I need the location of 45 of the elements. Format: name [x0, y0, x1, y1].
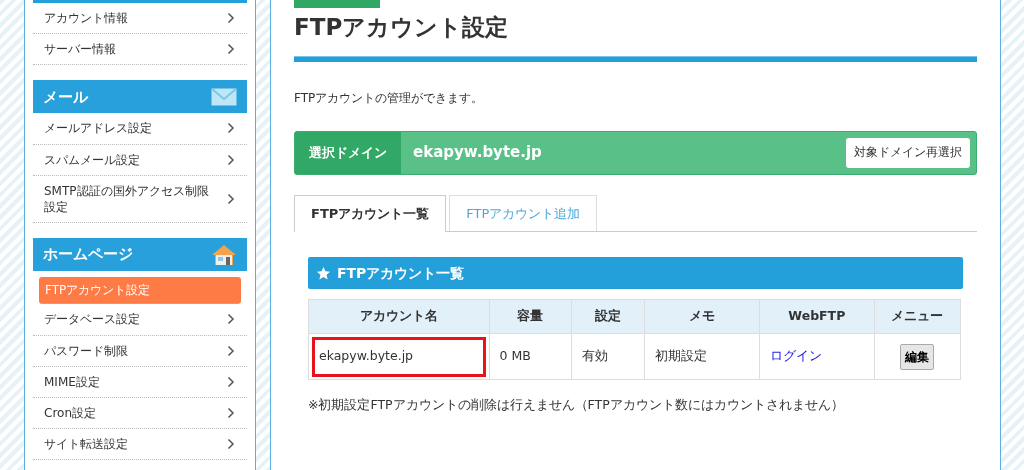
sidebar-item[interactable]: サイト転送設定: [33, 429, 247, 461]
star-icon: [316, 265, 331, 281]
sidebar-item[interactable]: Cron設定: [33, 397, 247, 430]
login-link[interactable]: ログイン: [770, 348, 823, 364]
sidebar-item[interactable]: SMTP認証の国外アクセス制限設定: [33, 175, 247, 224]
tab[interactable]: FTPアカウント一覧: [294, 194, 447, 233]
chevron-icon: [227, 43, 235, 56]
column-header: WebFTP: [759, 299, 875, 334]
chevron-icon: [227, 153, 235, 166]
chevron-icon: [227, 438, 235, 451]
reselect-domain-button[interactable]: 対象ドメイン再選択: [846, 137, 970, 168]
domain-label: 選択ドメイン: [295, 131, 401, 174]
chevron-icon: [227, 344, 235, 357]
sidebar-item[interactable]: MIME設定: [33, 366, 247, 398]
chevron-icon: [227, 406, 235, 419]
column-header: アカウント名: [308, 299, 490, 334]
chevron-icon: [227, 122, 235, 135]
sidebar-item[interactable]: パスワード制限: [33, 335, 247, 367]
note-text: ※初期設定FTPアカウントの削除は行えません（FTPアカウント数にはカウントされません）: [308, 396, 845, 415]
section-title: メール: [43, 86, 88, 108]
sidebar-item[interactable]: サーバー情報: [33, 34, 247, 66]
chevron-icon: [227, 12, 235, 25]
chevron-icon: [227, 192, 235, 205]
chevron-icon: [227, 375, 235, 388]
domain-name: ekapyw.byte.jp: [412, 142, 543, 164]
page-title: FTPアカウント設定: [294, 14, 510, 42]
panel-title: FTPアカウント一覧: [337, 263, 465, 283]
table-cell: ekapyw.byte.jp: [308, 333, 490, 380]
column-header: 設定: [571, 299, 645, 334]
edit-button[interactable]: 編集: [900, 343, 935, 370]
table-cell: 初期設定: [644, 333, 760, 380]
column-header: 容量: [489, 299, 572, 334]
column-header: メニュー: [874, 299, 961, 334]
envelope-icon: [211, 87, 237, 106]
sidebar-item[interactable]: アカウント情報: [33, 3, 247, 35]
table-cell: 有効: [571, 333, 645, 380]
sidebar-item[interactable]: メールアドレス設定: [33, 113, 247, 145]
house-icon: [211, 243, 237, 266]
table-cell: 0 MB: [489, 333, 572, 380]
section-title: ホームページ: [43, 244, 133, 266]
sidebar-item[interactable]: スパムメール設定: [33, 144, 247, 176]
column-header: メモ: [644, 299, 760, 334]
description-text: FTPアカウントの管理ができます。: [294, 89, 485, 107]
chevron-icon: [227, 313, 235, 326]
sidebar-item[interactable]: データベース設定: [33, 304, 247, 336]
